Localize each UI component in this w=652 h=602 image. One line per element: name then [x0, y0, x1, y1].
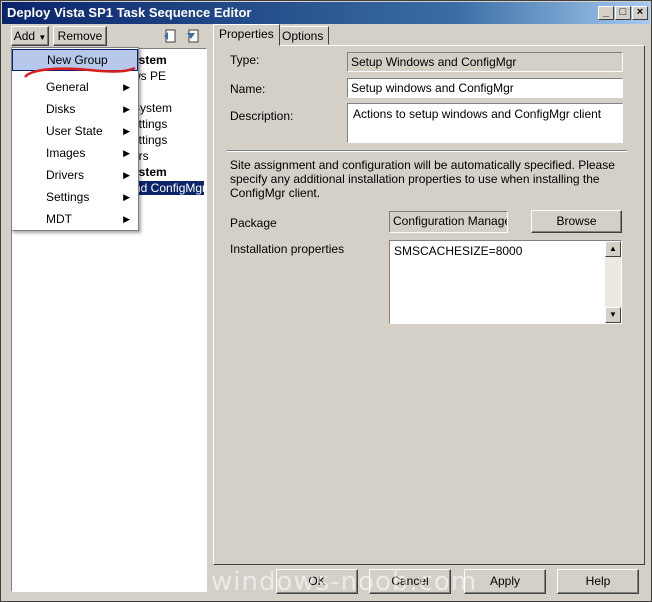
- move-down-icon[interactable]: [184, 27, 202, 45]
- installation-properties-value: SMSCACHESIZE=8000: [394, 244, 523, 258]
- menu-item-images[interactable]: Images ▶: [12, 142, 138, 164]
- task-sequence-editor-window: Deploy Vista SP1 Task Sequence Editor _ …: [0, 0, 652, 602]
- submenu-arrow-icon: ▶: [123, 126, 130, 136]
- description-input[interactable]: Actions to setup windows and ConfigMgr c…: [347, 103, 623, 143]
- divider: [227, 150, 627, 152]
- tab-properties[interactable]: Properties: [213, 24, 280, 46]
- scroll-down-icon[interactable]: ▼: [605, 307, 621, 323]
- browse-button[interactable]: Browse: [531, 210, 622, 233]
- maximize-button[interactable]: □: [615, 6, 631, 20]
- title-bar: Deploy Vista SP1 Task Sequence Editor _ …: [2, 2, 650, 24]
- type-field: Setup Windows and ConfigMgr: [347, 52, 623, 72]
- name-input[interactable]: Setup windows and ConfigMgr: [347, 78, 623, 98]
- name-label: Name:: [230, 82, 266, 96]
- menu-item-user-state[interactable]: User State ▶: [12, 120, 138, 142]
- window-title: Deploy Vista SP1 Task Sequence Editor: [7, 5, 252, 20]
- info-text: Site assignment and configuration will b…: [230, 158, 615, 200]
- move-up-icon[interactable]: [161, 27, 179, 45]
- menu-item-mdt[interactable]: MDT ▶: [12, 208, 138, 230]
- package-label: Package: [230, 216, 277, 230]
- minimize-button[interactable]: _: [598, 6, 614, 20]
- menu-item-drivers[interactable]: Drivers ▶: [12, 164, 138, 186]
- scroll-up-icon[interactable]: ▲: [605, 241, 621, 257]
- installation-properties-label: Installation properties: [230, 242, 345, 256]
- red-annotation-mark: [24, 66, 136, 78]
- remove-button[interactable]: Remove: [53, 26, 107, 46]
- help-button[interactable]: Help: [557, 569, 639, 594]
- menu-item-disks[interactable]: Disks ▶: [12, 98, 138, 120]
- package-field: Configuration Manager C: [389, 211, 508, 233]
- apply-button[interactable]: Apply: [464, 569, 546, 594]
- description-label: Description:: [230, 109, 294, 123]
- add-button[interactable]: Add ▼: [11, 26, 49, 46]
- cancel-button[interactable]: Cancel: [369, 569, 451, 594]
- chevron-down-icon: ▼: [38, 33, 47, 42]
- remove-button-label: Remove: [57, 29, 103, 43]
- submenu-arrow-icon: ▶: [123, 170, 130, 180]
- submenu-arrow-icon: ▶: [123, 214, 130, 224]
- type-label: Type:: [230, 53, 260, 67]
- installation-properties-input[interactable]: SMSCACHESIZE=8000 ▲ ▼: [389, 240, 622, 324]
- submenu-arrow-icon: ▶: [123, 192, 130, 202]
- scrollbar[interactable]: ▲ ▼: [605, 241, 621, 323]
- submenu-arrow-icon: ▶: [123, 148, 130, 158]
- submenu-arrow-icon: ▶: [123, 104, 130, 114]
- menu-item-settings[interactable]: Settings ▶: [12, 186, 138, 208]
- ok-button[interactable]: OK: [276, 569, 358, 594]
- close-button[interactable]: ×: [632, 6, 648, 20]
- tab-options[interactable]: Options: [276, 26, 330, 45]
- add-button-label: Add: [13, 29, 36, 43]
